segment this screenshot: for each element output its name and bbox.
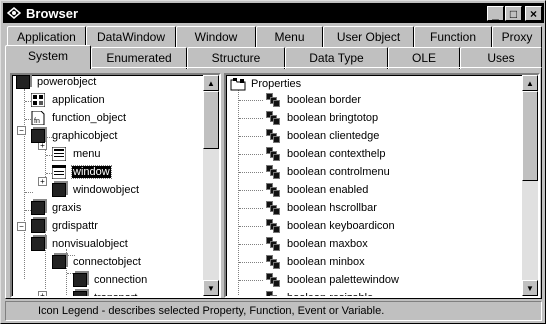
property-icon: [266, 255, 280, 269]
tree-item-windowobject[interactable]: windowobject: [52, 181, 140, 199]
object-icon: [52, 183, 66, 197]
tree-item-application[interactable]: application: [30, 91, 106, 109]
property-item[interactable]: boolean bringtotop: [266, 109, 379, 127]
property-item[interactable]: boolean hscrollbar: [266, 199, 378, 217]
window-title: Browser: [26, 5, 79, 21]
tab-proxy[interactable]: Proxy: [492, 26, 542, 48]
property-item[interactable]: boolean enabled: [266, 181, 369, 199]
maximize-button[interactable]: □: [505, 6, 522, 21]
property-item[interactable]: boolean palettewindow: [266, 271, 400, 289]
browser-app-icon: [6, 6, 22, 20]
tree-item-function-object[interactable]: fn function_object: [31, 109, 127, 127]
collapse-graphicobject-toggle[interactable]: −: [17, 126, 26, 135]
property-icon: [266, 93, 280, 107]
object-icon: [31, 129, 45, 143]
tree-item-powerobject[interactable]: powerobject: [16, 75, 97, 91]
property-icon: [266, 183, 280, 197]
properties-panel[interactable]: Properties boolean border boolean bringto…: [224, 73, 540, 298]
scroll-thumb[interactable]: [522, 91, 538, 181]
object-icon: [73, 291, 87, 296]
object-icon: [52, 255, 66, 269]
property-item[interactable]: boolean clientedge: [266, 127, 380, 145]
tab-function[interactable]: Function: [414, 26, 492, 48]
property-icon: [266, 147, 280, 161]
scroll-up-icon[interactable]: ▲: [522, 75, 538, 91]
properties-scrollbar[interactable]: ▲ ▼: [522, 75, 538, 296]
scroll-up-icon[interactable]: ▲: [203, 75, 219, 91]
property-icon: [266, 165, 280, 179]
property-item[interactable]: boolean keyboardicon: [266, 217, 396, 235]
tree-item-connection[interactable]: connection: [73, 271, 148, 289]
tree-item-transport[interactable]: transport: [73, 289, 138, 296]
menu-icon: [51, 146, 67, 162]
property-item[interactable]: boolean minbox: [266, 253, 366, 271]
function-icon: fn: [31, 110, 45, 126]
scroll-thumb[interactable]: [203, 91, 219, 149]
object-icon: [73, 273, 87, 287]
property-item[interactable]: boolean contexthelp: [266, 145, 386, 163]
tab-system[interactable]: System: [5, 45, 91, 69]
svg-text:fn: fn: [34, 118, 40, 125]
property-item[interactable]: boolean maxbox: [266, 235, 369, 253]
object-tree-panel[interactable]: − + + − − + powerobject application fn f…: [10, 73, 221, 298]
tab-data-type[interactable]: Data Type: [285, 47, 388, 69]
tab-enumerated[interactable]: Enumerated: [91, 47, 187, 69]
property-icon: [266, 111, 280, 125]
browser-window: Browser _ □ × Application DataWindow Win…: [0, 0, 546, 324]
property-item[interactable]: boolean border: [266, 91, 362, 109]
property-icon: [266, 129, 280, 143]
property-icon: [266, 219, 280, 233]
tab-datawindow[interactable]: DataWindow: [86, 26, 176, 48]
tree-item-graxis[interactable]: graxis: [31, 199, 82, 217]
tree-item-menu[interactable]: menu: [51, 145, 102, 163]
properties-folder-icon: [230, 77, 246, 91]
tab-structure[interactable]: Structure: [187, 47, 285, 69]
tree-item-grdispattr[interactable]: grdispattr: [31, 217, 99, 235]
tab-ole[interactable]: OLE: [388, 47, 460, 69]
expand-windowobject-toggle[interactable]: +: [38, 177, 47, 186]
property-icon: [266, 201, 280, 215]
status-text: Icon Legend - describes selected Propert…: [38, 305, 385, 317]
scroll-down-icon[interactable]: ▼: [203, 280, 219, 296]
collapse-nonvisualobject-toggle[interactable]: −: [17, 222, 26, 231]
application-icon: [30, 92, 46, 108]
tree-item-connectobject[interactable]: connectobject: [52, 253, 142, 271]
tree-scrollbar[interactable]: ▲ ▼: [203, 75, 219, 296]
tree-item-nonvisualobject[interactable]: nonvisualobject: [31, 235, 129, 253]
scroll-down-icon[interactable]: ▼: [522, 280, 538, 296]
property-icon: [266, 273, 280, 287]
property-icon: [266, 291, 280, 296]
property-item[interactable]: boolean controlmenu: [266, 163, 391, 181]
expand-corbaobject-toggle[interactable]: +: [38, 291, 47, 296]
tree-item-graphicobject[interactable]: graphicobject: [31, 127, 118, 145]
tab-menu[interactable]: Menu: [256, 26, 323, 48]
tree-item-window[interactable]: window: [51, 163, 112, 181]
window-icon: [51, 164, 67, 180]
property-icon: [266, 237, 280, 251]
minimize-button[interactable]: _: [487, 6, 504, 21]
object-icon: [16, 75, 30, 89]
tab-user-object[interactable]: User Object: [323, 26, 414, 48]
object-icon: [31, 219, 45, 233]
title-bar[interactable]: Browser _ □ ×: [3, 3, 544, 23]
tab-uses[interactable]: Uses: [460, 47, 542, 69]
property-item[interactable]: boolean resizable: [266, 289, 374, 296]
status-bar: Icon Legend - describes selected Propert…: [5, 301, 542, 321]
object-icon: [31, 201, 45, 215]
close-button[interactable]: ×: [525, 6, 542, 21]
tab-window[interactable]: Window: [176, 26, 256, 48]
object-icon: [31, 237, 45, 251]
